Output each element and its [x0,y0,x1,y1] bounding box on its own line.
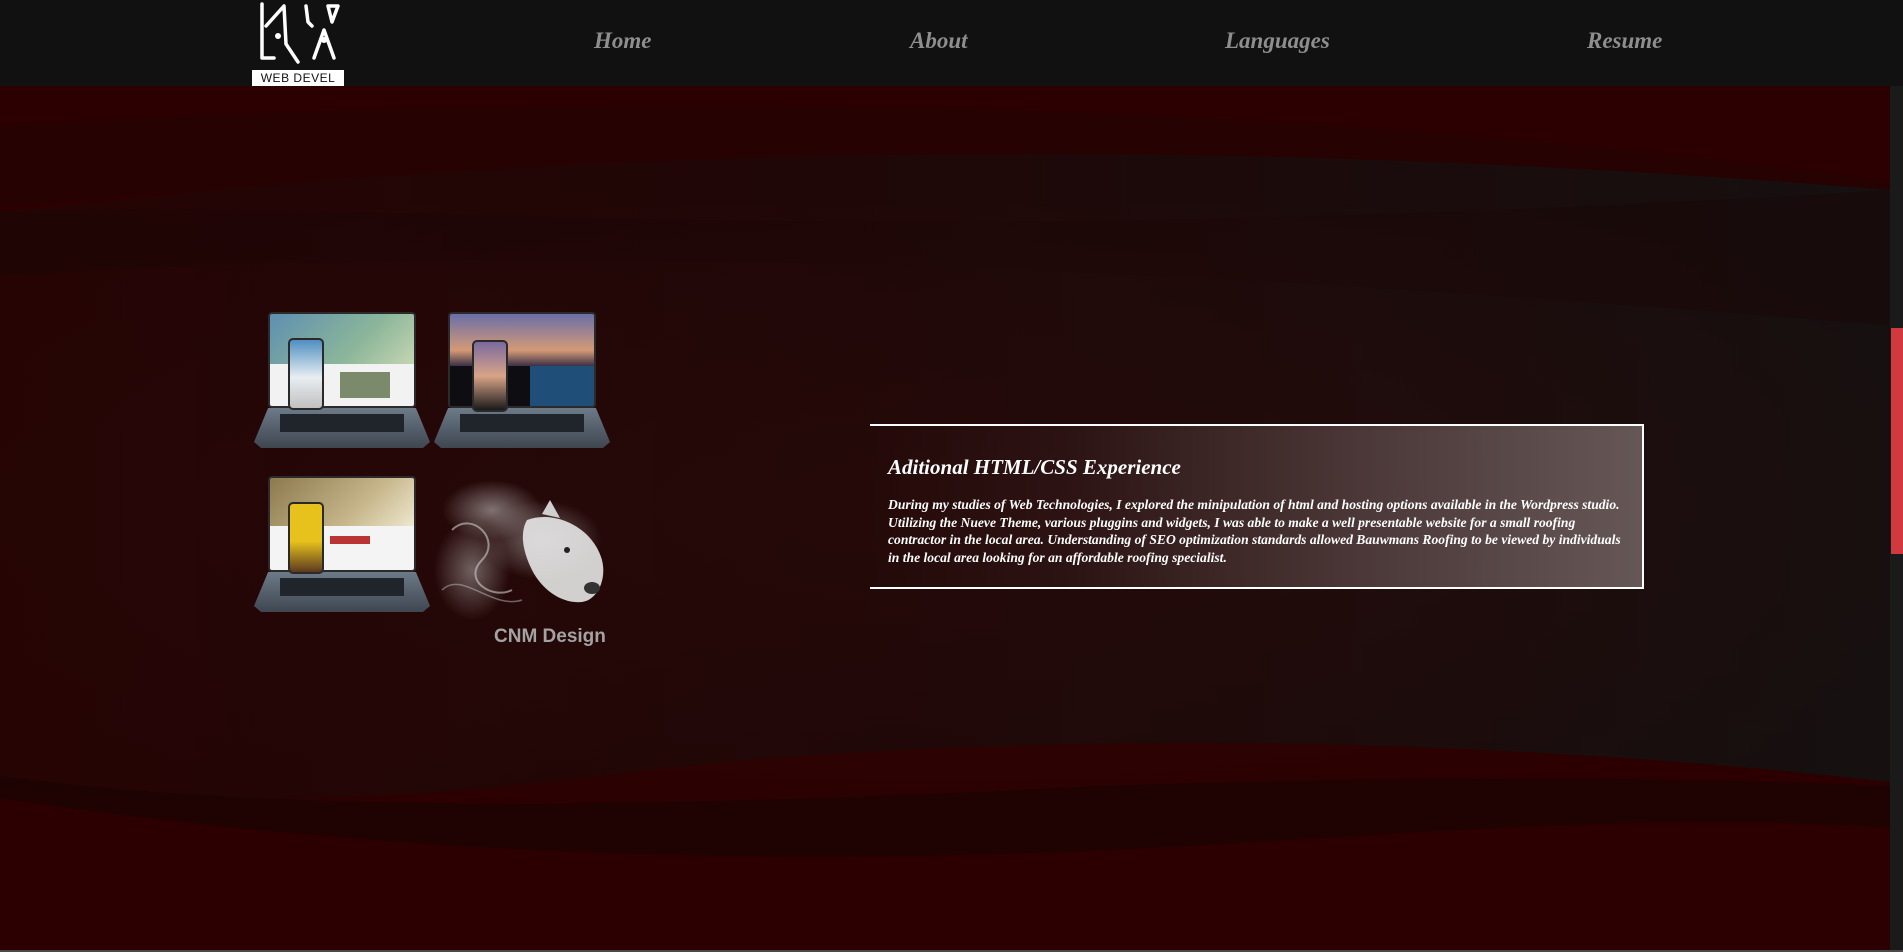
laptop-mockup [254,310,430,460]
smoke-dog-illustration [434,480,604,620]
phone-mockup [288,338,324,410]
phone-mockup [288,502,324,574]
scroll-accent-bar[interactable] [1891,328,1903,554]
logo-mark-icon [252,0,344,70]
logo-text: WEB DEVEL [260,71,336,85]
site-logo[interactable]: WEB DEVEL [252,0,344,86]
laptop-mockup [254,474,430,624]
nav-languages-link[interactable]: Languages [1225,24,1330,58]
phone-mockup [472,340,508,412]
nav-home-link[interactable]: Home [594,24,652,58]
cnm-design-caption: CNM Design [494,626,606,647]
portfolio-mockup-collage: CNM Design [254,310,622,656]
nav-resume-link[interactable]: Resume [1587,24,1662,58]
card-body: During my studies of Web Technologies, I… [888,497,1621,565]
card-title: Aditional HTML/CSS Experience [888,455,1181,479]
nav-about-link[interactable]: About [910,24,968,58]
laptop-mockup [434,310,610,460]
laptop-screen [448,312,596,408]
top-navbar: WEB DEVEL Home About Languages Resume [0,0,1903,86]
